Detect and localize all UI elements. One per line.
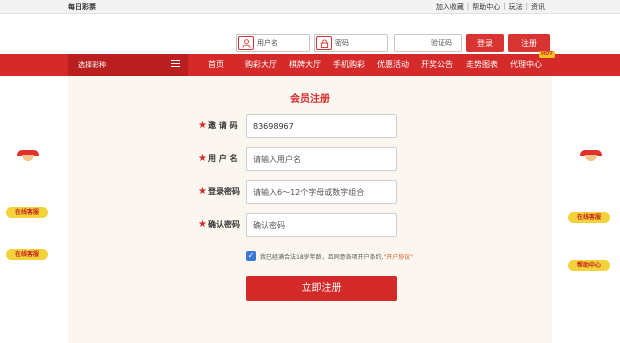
password-label: 登录密码	[208, 187, 240, 196]
header-login: 登录 注册	[236, 34, 550, 52]
left-service-float: 在线客服 在线客服	[6, 150, 66, 260]
header-username-input[interactable]	[257, 37, 305, 49]
username-label: 用 户 名	[208, 154, 238, 163]
add-favorite-link[interactable]: 加入收藏	[433, 2, 467, 12]
nav-promotions[interactable]: 优惠活动	[377, 59, 409, 70]
header-password-input[interactable]	[335, 37, 383, 49]
agree-checkbox[interactable]: ✓	[246, 251, 256, 261]
nav-trend-charts[interactable]: 走势图表	[466, 59, 498, 70]
password-input[interactable]	[246, 180, 397, 204]
nav-chess-hall[interactable]: 棋牌大厅	[289, 59, 321, 70]
menu-icon	[171, 60, 180, 69]
password-field-wrap	[314, 34, 388, 52]
site-brand[interactable]: 每日彩票	[68, 2, 96, 12]
submit-register-button[interactable]: 立即注册	[246, 276, 397, 301]
main-nav: 选择彩种 首页 购彩大厅 棋牌大厅 手机购彩 优惠活动 开奖公告 走势图表 代理…	[0, 51, 620, 76]
user-icon	[238, 36, 254, 50]
invite-code-input[interactable]	[246, 114, 397, 138]
agreement-row: ✓ 我已经满合法18岁年龄，且同意各项开户条约, "开户协议"	[246, 250, 413, 262]
username-field-wrap	[236, 34, 310, 52]
register-panel: 会员注册 ★ 邀 请 码 ★ 用 户 名 ★ 登录密码 ★ 确认密码 ✓ 我已经…	[68, 76, 552, 343]
required-mark: ★	[198, 186, 207, 197]
right-online-service-button[interactable]: 在线客服	[568, 212, 610, 223]
right-help-center-button[interactable]: 帮助中心	[568, 260, 610, 271]
confirm-password-input[interactable]	[246, 213, 397, 237]
password-row: ★ 登录密码	[68, 180, 552, 204]
right-service-float: 在线客服 帮助中心	[568, 150, 620, 271]
help-center-link[interactable]: 帮助中心	[469, 2, 503, 12]
nav-lottery-hall[interactable]: 购彩大厅	[245, 59, 277, 70]
nav-home[interactable]: 首页	[208, 59, 224, 70]
confirm-row: ★ 确认密码	[68, 213, 552, 237]
lottery-picker[interactable]: 选择彩种	[68, 54, 188, 76]
nav-draw-results[interactable]: 开奖公告	[421, 59, 453, 70]
username-input[interactable]	[246, 147, 397, 171]
left-online-service-button-2[interactable]: 在线客服	[6, 249, 48, 260]
service-avatar	[17, 150, 39, 161]
required-mark: ★	[198, 219, 207, 230]
username-row: ★ 用 户 名	[68, 147, 552, 171]
hot-badge: HOT	[539, 51, 555, 58]
agreement-link[interactable]: "开户协议"	[384, 252, 414, 261]
service-avatar	[580, 150, 602, 161]
nav-mobile[interactable]: 手机购彩	[333, 59, 365, 70]
lock-icon	[316, 36, 332, 50]
login-button[interactable]: 登录	[466, 34, 504, 52]
required-mark: ★	[198, 153, 207, 164]
agreement-text: 我已经满合法18岁年龄，且同意各项开户条约,	[260, 253, 384, 261]
register-button[interactable]: 注册	[508, 34, 550, 52]
page-title: 会员注册	[290, 94, 330, 105]
left-online-service-button[interactable]: 在线客服	[6, 207, 48, 218]
required-mark: ★	[198, 120, 207, 131]
invite-row: ★ 邀 请 码	[68, 114, 552, 138]
nav-agent-center[interactable]: 代理中心	[510, 59, 542, 70]
captcha-field-wrap	[394, 34, 462, 52]
news-link[interactable]: 资讯	[528, 2, 548, 12]
gameplay-link[interactable]: 玩法	[506, 2, 526, 12]
header-captcha-input[interactable]	[431, 37, 461, 49]
invite-label: 邀 请 码	[208, 121, 238, 130]
top-links: 加入收藏 | 帮助中心 | 玩法 | 资讯	[433, 2, 548, 12]
confirm-label: 确认密码	[208, 220, 240, 229]
top-bar: 每日彩票 加入收藏 | 帮助中心 | 玩法 | 资讯	[0, 0, 620, 14]
lottery-picker-label: 选择彩种	[78, 61, 106, 69]
